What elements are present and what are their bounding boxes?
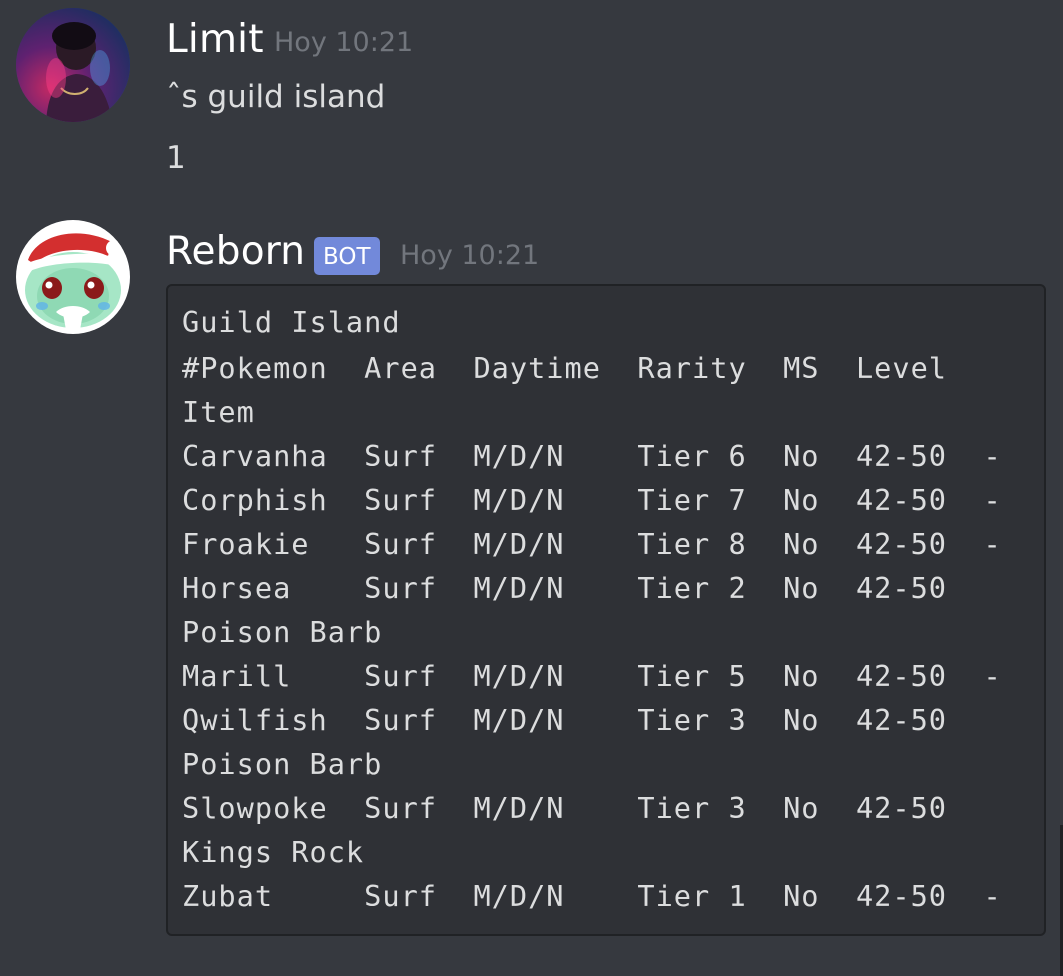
code-line: Poison Barb [182,747,383,781]
avatar-reborn-icon[interactable] [16,220,130,334]
code-line: #Pokemon Area Daytime Rarity MS Level [182,351,948,385]
code-line: Item [182,395,255,429]
code-line: Marill Surf M/D/N Tier 5 No 42-50 - [182,659,1002,693]
message-reborn: Reborn BOT Hoy 10:21 Guild Island #Pokem… [0,0,1063,976]
code-line: Corphish Surf M/D/N Tier 7 No 42-50 - [182,483,1002,517]
code-line: Horsea Surf M/D/N Tier 2 No 42-50 [182,571,948,605]
code-line: Zubat Surf M/D/N Tier 1 No 42-50 - [182,879,1002,913]
code-line: Guild Island [182,305,401,339]
username-reborn[interactable]: Reborn [166,232,305,271]
code-line: Poison Barb [182,615,383,649]
code-line: Qwilfish Surf M/D/N Tier 3 No 42-50 [182,703,948,737]
code-line: Slowpoke Surf M/D/N Tier 3 No 42-50 [182,791,948,825]
code-line: Kings Rock [182,835,365,869]
bot-badge: BOT [314,237,380,275]
timestamp: Hoy 10:21 [400,240,540,271]
code-block: Guild Island #Pokemon Area Daytime Rarit… [166,284,1046,936]
code-line: Carvanha Surf M/D/N Tier 6 No 42-50 - [182,439,1002,473]
code-line: Froakie Surf M/D/N Tier 8 No 42-50 - [182,527,1002,561]
